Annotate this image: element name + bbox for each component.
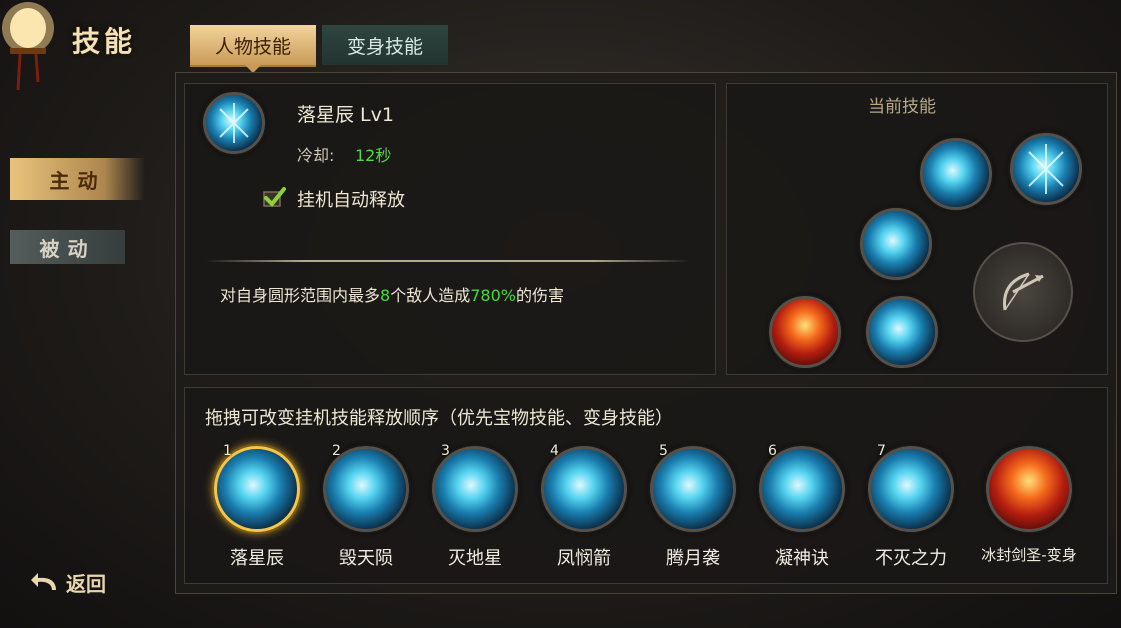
description-mid: 个敌人造成 — [390, 286, 471, 305]
order-skill-icon[interactable]: 3 — [432, 443, 518, 532]
order-number: 2 — [332, 443, 341, 459]
attack-button[interactable] — [973, 242, 1073, 342]
sidebar-item-passive-skills[interactable]: 被动 — [10, 230, 125, 264]
order-skill-1[interactable]: 1 落星辰 — [211, 443, 303, 573]
order-skill-label: 落星辰 — [230, 548, 284, 569]
order-skill-5[interactable]: 5 腾月袭 — [647, 443, 739, 573]
description-prefix: 对自身圆形范围内最多 — [220, 286, 381, 305]
star-slash-icon — [219, 103, 249, 143]
order-number: 4 — [550, 443, 559, 459]
order-skill-4[interactable]: 4 凤悯箭 — [538, 443, 630, 573]
skill-description: 对自身圆形范围内最多8个敌人造成780%的伤害 — [220, 282, 564, 306]
description-count: 8 — [380, 286, 391, 305]
order-skill-icon[interactable]: 4 — [541, 443, 627, 532]
order-skill-7[interactable]: 7 不灭之力 — [865, 443, 957, 573]
order-number: 5 — [659, 443, 668, 459]
order-skill-3[interactable]: 3 灭地星 — [429, 443, 521, 573]
order-skill-2[interactable]: 2 毁天陨 — [320, 443, 412, 573]
sidebar-item-active-skills[interactable]: 主动 — [10, 158, 145, 200]
order-number: 6 — [768, 443, 777, 459]
current-skill-slot-3[interactable] — [860, 208, 932, 280]
order-skill-transform[interactable]: 冰封剑圣-变身 — [974, 443, 1084, 573]
order-skill-label: 毁天陨 — [339, 548, 393, 569]
order-skill-6[interactable]: 6 凝神诀 — [756, 443, 848, 573]
order-skill-icon[interactable]: 6 — [759, 443, 845, 532]
back-label: 返回 — [66, 572, 106, 596]
order-skill-icon[interactable]: 5 — [650, 443, 736, 532]
description-percent: 780% — [470, 286, 516, 305]
tab-transform-skills[interactable]: 变身技能 — [322, 25, 448, 65]
order-skill-label: 腾月袭 — [666, 548, 720, 569]
order-number: 3 — [441, 443, 450, 459]
order-number: 1 — [223, 443, 232, 459]
current-skill-slot-2[interactable] — [920, 138, 992, 210]
order-skill-label: 灭地星 — [448, 548, 502, 569]
back-button[interactable]: 返回 — [30, 568, 106, 597]
lantern-decoration — [2, 2, 54, 91]
order-skill-icon[interactable]: 1 — [214, 443, 300, 532]
page-title: 技能 — [72, 25, 137, 58]
cooldown-label: 冷却: — [297, 146, 335, 165]
tab-character-skills[interactable]: 人物技能 — [190, 25, 316, 73]
bow-attack-icon — [1003, 272, 1044, 311]
selected-skill-icon — [203, 92, 265, 154]
order-skill-label: 凤悯箭 — [557, 548, 611, 569]
order-hint: 拖拽可改变挂机技能释放顺序（优先宝物技能、变身技能） — [205, 408, 673, 429]
current-skill-slot-1[interactable] — [1010, 133, 1082, 205]
order-skill-label: 不灭之力 — [875, 548, 947, 569]
order-skill-icon[interactable]: 7 — [868, 443, 954, 532]
current-skill-slot-transform[interactable] — [769, 296, 841, 368]
order-number: 7 — [877, 443, 886, 459]
order-skill-label: 凝神诀 — [775, 548, 829, 569]
star-slash-icon — [1028, 144, 1064, 194]
description-suffix: 的伤害 — [515, 286, 564, 305]
order-skill-label: 冰封剑圣-变身 — [981, 546, 1077, 564]
auto-release-checkbox[interactable] — [262, 186, 286, 208]
current-skills-title: 当前技能 — [868, 97, 936, 117]
auto-release-label: 挂机自动释放 — [297, 190, 405, 211]
order-skill-icon[interactable] — [986, 446, 1072, 532]
detail-divider — [205, 260, 690, 262]
skill-name-level: 落星辰 Lv1 — [297, 104, 394, 126]
order-skill-icon[interactable]: 2 — [323, 443, 409, 532]
back-arrow-icon — [31, 572, 56, 590]
cooldown-value: 12秒 — [355, 146, 392, 165]
current-skill-slot-4[interactable] — [866, 296, 938, 368]
